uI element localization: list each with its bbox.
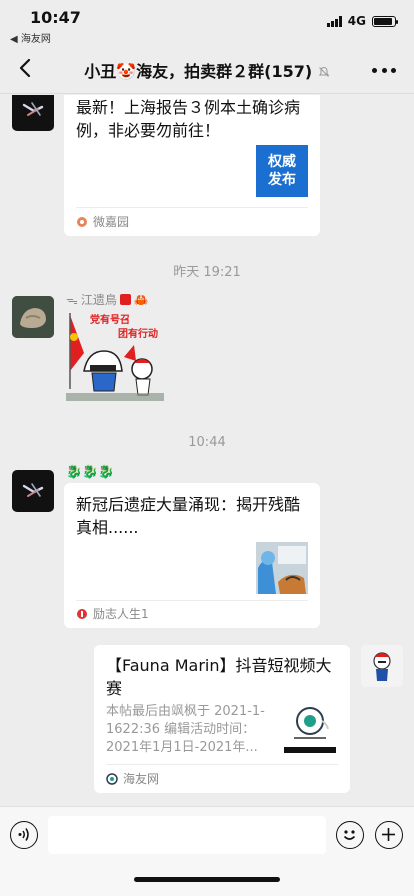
signal-icon — [326, 15, 342, 27]
back-arrow-icon[interactable] — [14, 56, 38, 80]
card-thumbnail — [284, 701, 336, 753]
source-logo-icon — [77, 216, 87, 227]
thumbnail-text: 权威发布 — [268, 154, 296, 188]
back-to-app-link[interactable]: ◀ 海友网 — [10, 30, 51, 45]
voice-input-icon[interactable] — [10, 821, 38, 849]
avatar-image — [22, 102, 44, 116]
card-source-name: 海友网 — [123, 772, 160, 786]
avatar[interactable] — [361, 645, 403, 687]
battery-icon — [372, 15, 398, 27]
link-card[interactable]: 最新！上海报告３例本土确诊病例，非必要勿前往！ 权威发布 微嘉园 — [64, 95, 320, 236]
network-type: 4G — [347, 14, 366, 28]
source-logo-icon — [106, 772, 118, 785]
voice-waves-icon — [18, 828, 29, 841]
nickname-text: 江遗鳥 — [80, 293, 117, 307]
smile-face-icon — [343, 830, 356, 840]
mute-bell-icon — [318, 66, 330, 77]
chat-title-text: 小丑🤡海友，拍卖群２群(157) — [84, 62, 313, 81]
avatar[interactable] — [12, 95, 54, 131]
plus-icon — [382, 828, 395, 841]
card-source: 海友网 — [106, 770, 159, 787]
card-divider — [76, 600, 308, 601]
timestamp: 10:44 — [188, 435, 226, 450]
input-bar — [0, 806, 414, 896]
thumbnail-image — [256, 542, 308, 594]
sticker-text-2: 团有行动 — [118, 329, 158, 340]
timestamp: 昨天 19:21 — [173, 265, 241, 280]
home-indicator[interactable] — [134, 877, 280, 882]
link-card[interactable]: 新冠后遗症大量涌现：揭开残酷真相...... 励志人生1 — [64, 483, 320, 628]
card-source-name: 微嘉园 — [93, 215, 130, 229]
emoji-icon[interactable] — [336, 821, 364, 849]
thumbnail-image — [284, 701, 336, 753]
avatar-image — [22, 483, 44, 497]
card-title: 新冠后遗症大量涌现：揭开残酷真相...... — [76, 495, 301, 537]
status-time: 10:47 — [30, 8, 81, 27]
more-options-icon[interactable] — [372, 58, 396, 82]
card-divider — [106, 764, 338, 765]
link-card[interactable]: 【Fauna Marin】抖音短视频大赛 本帖最后由飒枫于 2021-1-162… — [94, 645, 350, 793]
add-more-icon[interactable] — [375, 821, 403, 849]
sticker-text-1: 党有号召 — [90, 315, 130, 326]
card-source: 微嘉园 — [76, 213, 129, 230]
card-title: 【Fauna Marin】抖音短视频大赛 — [106, 656, 332, 698]
nickname-emoji: 🦀 — [133, 292, 149, 307]
avatar[interactable] — [12, 470, 54, 512]
avatar-image — [12, 296, 54, 338]
avatar[interactable] — [12, 296, 54, 338]
sender-nickname: 🐉🐉🐉 — [66, 465, 115, 480]
nav-bar: 小丑🤡海友，拍卖群２群(157) — [0, 44, 414, 94]
card-thumbnail — [256, 542, 308, 594]
source-logo-icon — [77, 608, 87, 619]
card-thumbnail: 权威发布 — [256, 145, 308, 197]
card-divider — [76, 207, 308, 208]
message-input[interactable] — [48, 816, 326, 854]
chat-title[interactable]: 小丑🤡海友，拍卖群２群(157) — [60, 58, 354, 82]
nickname-prefix: ᯓ — [66, 293, 78, 307]
card-description: 本帖最后由飒枫于 2021-1-1622:36 编辑活动时间：2021年1月1日… — [106, 704, 265, 755]
nickname-badge — [119, 294, 131, 305]
avatar-image — [361, 645, 403, 687]
card-source-name: 励志人生1 — [93, 607, 149, 621]
sender-nickname: ᯓ 江遗鳥 🦀 — [66, 291, 149, 308]
chat-area[interactable]: 最新！上海报告３例本土确诊病例，非必要勿前往！ 权威发布 微嘉园 昨天 19:2… — [0, 95, 414, 806]
status-bar: 10:47 ◀ 海友网 4G — [0, 0, 414, 45]
card-title: 最新！上海报告３例本土确诊病例，非必要勿前往！ — [76, 98, 301, 140]
card-source: 励志人生1 — [76, 605, 149, 622]
status-right: 4G — [326, 14, 398, 28]
sticker[interactable]: 党有号召 团有行动 — [64, 309, 164, 405]
